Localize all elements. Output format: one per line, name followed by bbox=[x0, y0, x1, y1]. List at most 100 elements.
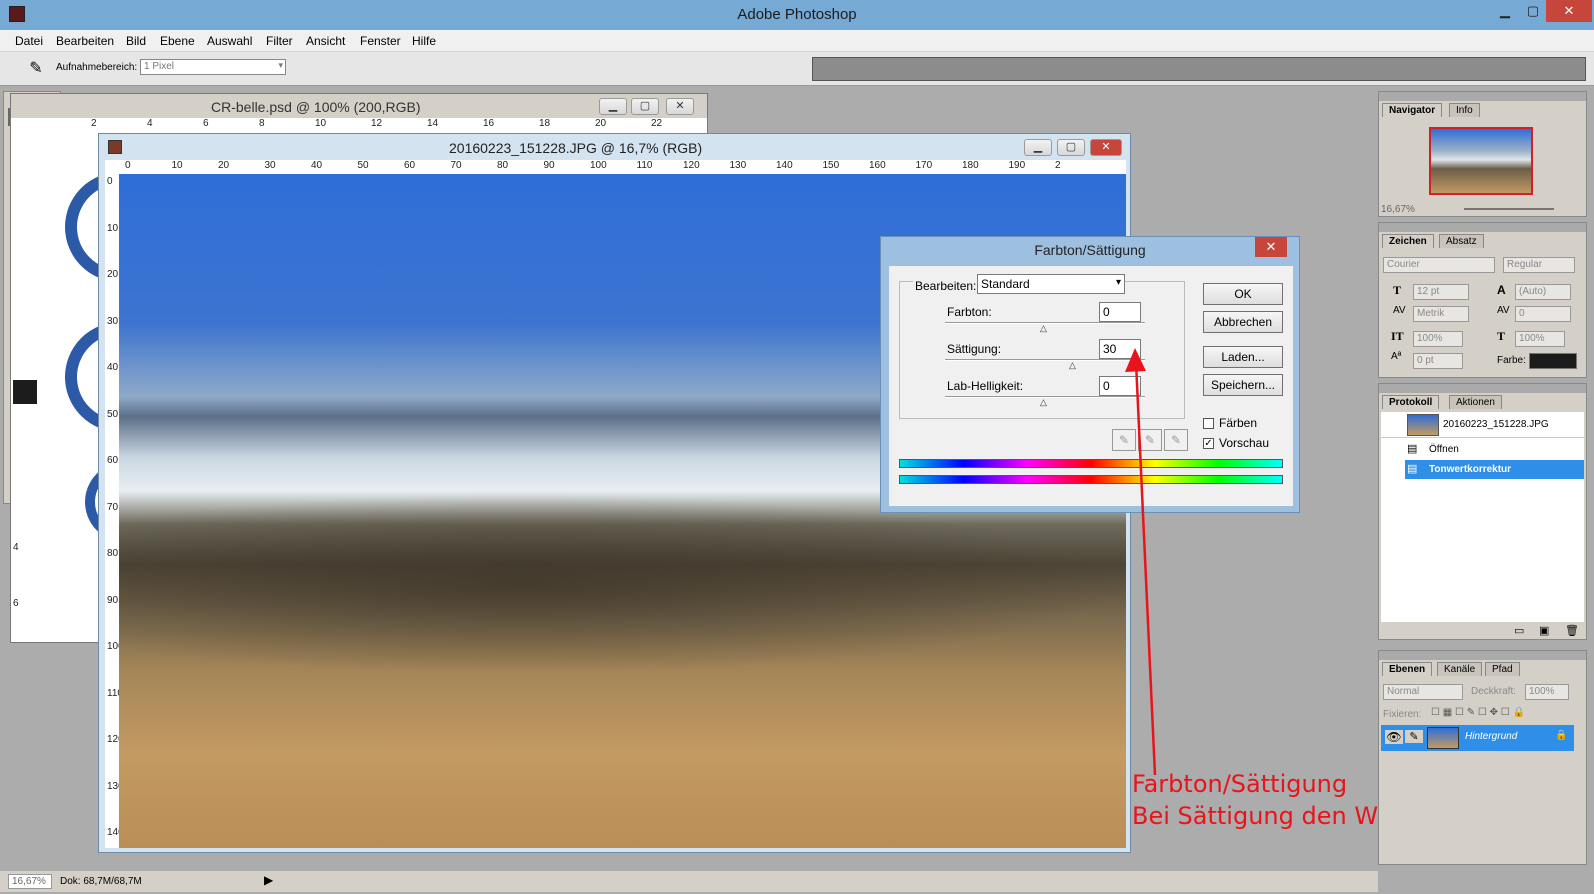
ruler-tick-label: 110 bbox=[636, 160, 653, 171]
tab-channels[interactable]: Kanäle bbox=[1437, 662, 1483, 676]
color-label: Farbe: bbox=[1497, 355, 1526, 366]
menu-ansicht[interactable]: Ansicht bbox=[306, 34, 345, 48]
layer-row-selected[interactable]: 👁 ✎ Hintergrund 🔒 bbox=[1381, 725, 1574, 751]
preview-label: Vorschau bbox=[1219, 436, 1270, 450]
tracking-field[interactable]: 0 bbox=[1515, 306, 1571, 322]
annotation-arrow bbox=[1125, 348, 1157, 776]
history-state-icon: ▤ bbox=[1407, 443, 1418, 455]
trash-icon[interactable]: 🗑 bbox=[1565, 624, 1579, 637]
history-list: 20160223_151228.JPG ▤ Öffnen ▤ Tonwertko… bbox=[1381, 412, 1584, 622]
saturation-slider-thumb[interactable]: △ bbox=[1069, 360, 1076, 371]
eye-icon[interactable]: 👁 bbox=[1385, 730, 1403, 744]
hue-saturation-dialog: Farbton/Sättigung ✕ Bearbeiten: Standard… bbox=[880, 236, 1300, 513]
ruler-tick-label: 0 bbox=[107, 176, 113, 187]
baseline-shift-icon: Aª bbox=[1391, 351, 1402, 362]
tab-navigator[interactable]: Navigator bbox=[1382, 103, 1443, 117]
leading-field[interactable]: (Auto) bbox=[1515, 284, 1571, 300]
menu-bar: Datei Bearbeiten Bild Ebene Auswahl Filt… bbox=[0, 30, 1594, 52]
ruler-tick-label: 20 bbox=[218, 160, 230, 171]
rock-formation bbox=[119, 494, 1126, 674]
ruler-tick-label: 14 bbox=[427, 118, 439, 129]
tab-paragraph[interactable]: Absatz bbox=[1439, 234, 1484, 248]
back-horizontal-ruler: 2 4 6 8 10 12 14 16 18 20 22 bbox=[11, 118, 707, 132]
tab-character[interactable]: Zeichen bbox=[1382, 234, 1434, 248]
ruler-tick-label: 160 bbox=[869, 160, 886, 171]
leading-icon: A bbox=[1497, 283, 1506, 297]
font-style-select[interactable]: Regular bbox=[1503, 257, 1575, 273]
foreground-color-swatch[interactable] bbox=[12, 379, 38, 405]
colorize-checkbox[interactable] bbox=[1203, 418, 1214, 429]
tab-info[interactable]: Info bbox=[1449, 103, 1480, 117]
tab-history[interactable]: Protokoll bbox=[1382, 395, 1440, 409]
dialog-body: Bearbeiten: Standard ▾ Farbton: 0 △ Sätt… bbox=[889, 266, 1293, 506]
back-close-button[interactable]: ✕ bbox=[666, 98, 694, 115]
layer-thumbnail bbox=[1427, 727, 1459, 749]
history-item[interactable]: ▤ Öffnen bbox=[1381, 440, 1584, 459]
status-menu-arrow-icon[interactable]: ▶ bbox=[264, 873, 273, 887]
ruler-tick-label: 0 bbox=[125, 160, 131, 171]
lab-lightness-slider-thumb[interactable]: △ bbox=[1040, 397, 1047, 408]
close-button[interactable]: ✕ bbox=[1546, 0, 1592, 22]
new-snapshot-icon[interactable]: ▭ bbox=[1514, 624, 1524, 637]
saturation-label: Sättigung: bbox=[947, 342, 1002, 356]
hue-slider-thumb[interactable]: △ bbox=[1040, 323, 1047, 334]
ruler-tick-label: 90 bbox=[107, 594, 119, 606]
horizontal-scale-field[interactable]: 100% bbox=[1515, 331, 1565, 347]
back-minimize-button[interactable]: ▁ bbox=[599, 98, 627, 115]
cancel-button[interactable]: Abbrechen bbox=[1203, 311, 1283, 333]
edit-label: Bearbeiten: bbox=[913, 279, 979, 293]
lock-options-icons[interactable]: ☐ ▦ ☐ ✎ ☐ ✥ ☐ 🔒 bbox=[1431, 707, 1525, 718]
maximize-button[interactable]: ▢ bbox=[1518, 0, 1548, 22]
back-maximize-button[interactable]: ▢ bbox=[631, 98, 659, 115]
zoom-slider[interactable] bbox=[1464, 208, 1554, 210]
menu-bearbeiten[interactable]: Bearbeiten bbox=[56, 34, 114, 48]
menu-auswahl[interactable]: Auswahl bbox=[207, 34, 252, 48]
ruler-tick-label: 150 bbox=[822, 160, 840, 171]
lab-lightness-label: Lab-Helligkeit: bbox=[947, 379, 1024, 393]
menu-bild[interactable]: Bild bbox=[126, 34, 146, 48]
minimize-button[interactable]: ▁ bbox=[1490, 0, 1520, 22]
back-window-title: CR-belle.psd @ 100% (200,RGB) bbox=[211, 99, 421, 115]
dialog-title: Farbton/Sättigung bbox=[1034, 242, 1146, 258]
navigator-zoom[interactable]: 16,67% bbox=[1381, 204, 1415, 215]
preview-checkbox[interactable]: ✓ bbox=[1203, 438, 1214, 449]
kerning-field[interactable]: Metrik bbox=[1413, 306, 1469, 322]
status-zoom[interactable]: 16,67% bbox=[8, 874, 52, 889]
font-size-field[interactable]: 12 pt bbox=[1413, 284, 1469, 300]
save-button[interactable]: Speichern... bbox=[1203, 374, 1283, 396]
history-item-selected[interactable]: ▤ Tonwertkorrektur bbox=[1405, 460, 1584, 479]
blend-mode-select[interactable]: Normal bbox=[1383, 684, 1463, 700]
text-color-swatch[interactable] bbox=[1529, 353, 1577, 369]
front-minimize-button[interactable]: ▁ bbox=[1024, 139, 1052, 156]
menu-filter[interactable]: Filter bbox=[266, 34, 293, 48]
snapshot-thumbnail bbox=[1407, 414, 1439, 436]
baseline-shift-field[interactable]: 0 pt bbox=[1413, 353, 1463, 369]
ruler-tick-label: 50 bbox=[357, 160, 369, 171]
tab-layers[interactable]: Ebenen bbox=[1382, 662, 1433, 676]
tab-paths[interactable]: Pfad bbox=[1485, 662, 1520, 676]
menu-fenster[interactable]: Fenster bbox=[360, 34, 401, 48]
vertical-scale-field[interactable]: 100% bbox=[1413, 331, 1463, 347]
opacity-field[interactable]: 100% bbox=[1525, 684, 1569, 700]
menu-hilfe[interactable]: Hilfe bbox=[412, 34, 436, 48]
panel-header-bar bbox=[1379, 384, 1586, 393]
edit-select[interactable]: Standard ▾ bbox=[977, 274, 1125, 294]
ruler-tick-label: 2 bbox=[1055, 160, 1061, 171]
front-maximize-button[interactable]: ▢ bbox=[1057, 139, 1085, 156]
vertical-scale-icon: IT bbox=[1391, 329, 1404, 343]
sample-size-select[interactable]: 1 Pixel ▾ bbox=[140, 59, 286, 75]
brush-link-icon: ✎ bbox=[1405, 730, 1423, 743]
font-family-select[interactable]: Courier bbox=[1383, 257, 1495, 273]
ok-button[interactable]: OK bbox=[1203, 283, 1283, 305]
opacity-label: Deckkraft: bbox=[1471, 686, 1517, 697]
menu-datei[interactable]: Datei bbox=[15, 34, 43, 48]
front-close-button[interactable]: ✕ bbox=[1090, 139, 1122, 156]
tab-actions[interactable]: Aktionen bbox=[1449, 395, 1502, 409]
eyedropper-tool-icon[interactable]: ✎ bbox=[25, 58, 47, 80]
new-document-icon[interactable]: ▣ bbox=[1539, 624, 1549, 637]
hue-input[interactable]: 0 bbox=[1099, 302, 1141, 322]
dialog-close-button[interactable]: ✕ bbox=[1255, 237, 1287, 257]
menu-ebene[interactable]: Ebene bbox=[160, 34, 195, 48]
load-button[interactable]: Laden... bbox=[1203, 346, 1283, 368]
history-snapshot-row[interactable]: 20160223_151228.JPG bbox=[1381, 412, 1584, 438]
